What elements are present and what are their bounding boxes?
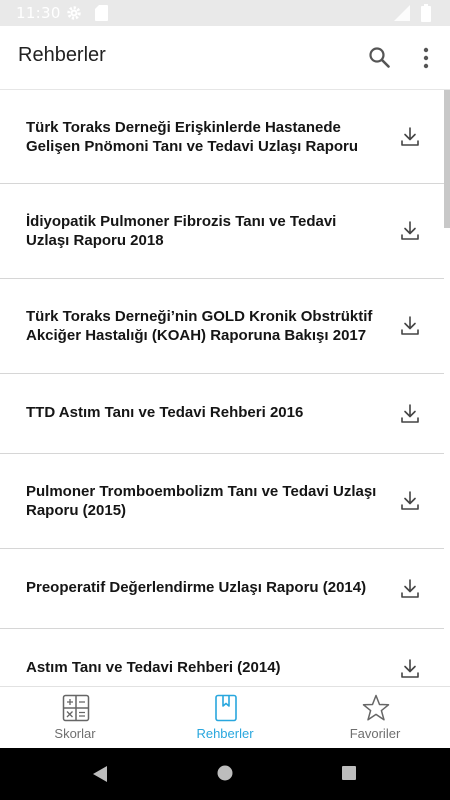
more-vert-icon[interactable] [416,44,436,72]
guideline-title: Astım Tanı ve Tedavi Rehberi (2014) [26,659,281,676]
calculator-icon [62,694,90,722]
status-bar: 11:30 [0,0,450,26]
download-icon[interactable] [398,577,422,601]
search-icon[interactable] [366,44,394,72]
guideline-title: Pulmoner Tromboembolizm Tanı ve Tedavi U… [26,483,377,519]
guideline-item[interactable]: Türk Toraks Derneği Erişkinlerde Hastane… [0,90,444,184]
guideline-item[interactable]: TTD Astım Tanı ve Tedavi Rehberi 2016 [0,374,444,454]
status-time: 11:30 [16,4,61,22]
book-icon [215,694,237,722]
guideline-item[interactable]: Astım Tanı ve Tedavi Rehberi (2014) [0,629,444,686]
signal-icon [394,5,410,21]
guideline-item[interactable]: İdiyopatik Pulmoner Fibrozis Tanı ve Ted… [0,184,444,279]
sd-card-icon [95,5,108,21]
guideline-item[interactable]: Türk Toraks Derneği’nin GOLD Kronik Obst… [0,279,444,374]
download-icon[interactable] [398,219,422,243]
tab-label: Skorlar [54,726,96,741]
guideline-title: TTD Astım Tanı ve Tedavi Rehberi 2016 [26,404,304,421]
download-icon[interactable] [398,657,422,681]
star-icon [362,694,390,721]
scrollbar[interactable] [444,90,450,228]
guideline-title: İdiyopatik Pulmoner Fibrozis Tanı ve Ted… [26,213,337,249]
guideline-title: Türk Toraks Derneği’nin GOLD Kronik Obst… [26,308,373,344]
back-icon[interactable] [92,765,108,783]
tab-skorlar[interactable]: Skorlar [0,687,150,749]
guideline-item[interactable]: Pulmoner Tromboembolizm Tanı ve Tedavi U… [0,454,444,549]
gear-icon [67,6,81,20]
home-icon[interactable] [217,765,233,781]
bottom-navigation: Skorlar Rehberler Favoriler [0,686,450,748]
system-navigation-bar [0,748,450,800]
tab-favoriler[interactable]: Favoriler [300,687,450,749]
app-bar: Rehberler [0,26,450,90]
tab-rehberler[interactable]: Rehberler [150,687,300,749]
download-icon[interactable] [398,489,422,513]
download-icon[interactable] [398,125,422,149]
tab-label: Favoriler [349,726,401,741]
recents-icon[interactable] [342,766,356,780]
tab-label: Rehberler [196,726,254,741]
guideline-title: Preoperatif Değerlendirme Uzlaşı Raporu … [26,579,367,596]
page-title: Rehberler [18,44,106,66]
guideline-title: Türk Toraks Derneği Erişkinlerde Hastane… [26,119,359,155]
battery-icon [421,4,431,22]
guideline-item[interactable]: Preoperatif Değerlendirme Uzlaşı Raporu … [0,549,444,629]
download-icon[interactable] [398,314,422,338]
download-icon[interactable] [398,402,422,426]
guideline-list: Türk Toraks Derneği Erişkinlerde Hastane… [0,90,450,686]
